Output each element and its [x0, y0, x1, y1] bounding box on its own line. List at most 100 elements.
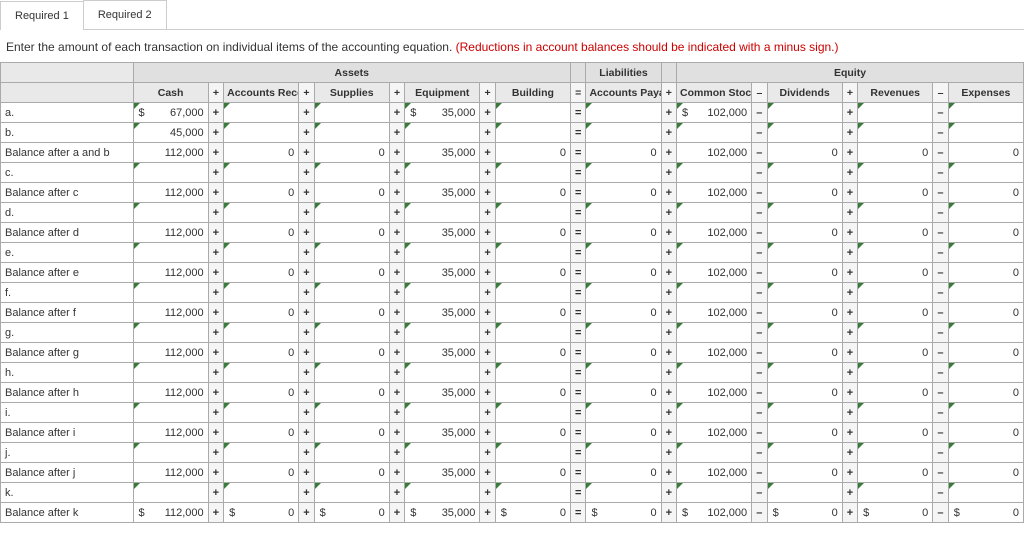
cell-equip[interactable]	[405, 163, 480, 183]
cell-rev[interactable]	[858, 243, 933, 263]
cell-cash[interactable]	[133, 243, 208, 263]
tab-required-2[interactable]: Required 2	[83, 0, 167, 29]
cell-ap[interactable]	[586, 323, 661, 343]
cell-ar[interactable]	[224, 203, 299, 223]
cell-bldg[interactable]	[495, 403, 570, 423]
cell-cash[interactable]	[133, 163, 208, 183]
cell-rev[interactable]	[858, 323, 933, 343]
cell-ap[interactable]	[586, 483, 661, 503]
cell-div[interactable]	[767, 403, 842, 423]
cell-cash[interactable]	[133, 403, 208, 423]
cell-div[interactable]	[767, 283, 842, 303]
cell-exp[interactable]	[948, 403, 1023, 423]
cell-div[interactable]	[767, 243, 842, 263]
cell-sup[interactable]	[314, 163, 389, 183]
cell-exp[interactable]	[948, 123, 1023, 143]
cell-div[interactable]	[767, 123, 842, 143]
cell-cash[interactable]	[133, 323, 208, 343]
cell-ar[interactable]	[224, 243, 299, 263]
cell-div[interactable]	[767, 163, 842, 183]
cell-exp[interactable]	[948, 483, 1023, 503]
cell-ar[interactable]	[224, 403, 299, 423]
cell-ap[interactable]	[586, 403, 661, 423]
cell-exp[interactable]	[948, 443, 1023, 463]
cell-equip[interactable]	[405, 123, 480, 143]
cell-div[interactable]	[767, 103, 842, 123]
cell-ap[interactable]	[586, 243, 661, 263]
cell-rev[interactable]	[858, 163, 933, 183]
cell-div[interactable]	[767, 363, 842, 383]
cell-rev[interactable]	[858, 103, 933, 123]
cell-bldg[interactable]	[495, 483, 570, 503]
cell-ap[interactable]	[586, 363, 661, 383]
cell-sup[interactable]	[314, 443, 389, 463]
cell-exp[interactable]	[948, 243, 1023, 263]
cell-ar[interactable]	[224, 283, 299, 303]
cell-bldg[interactable]	[495, 443, 570, 463]
cell-cs[interactable]	[677, 323, 752, 343]
cell-rev[interactable]	[858, 483, 933, 503]
cell-sup[interactable]	[314, 483, 389, 503]
cell-cs[interactable]	[677, 483, 752, 503]
cell-ar[interactable]	[224, 163, 299, 183]
cell-cs[interactable]	[677, 163, 752, 183]
cell-equip[interactable]	[405, 203, 480, 223]
cell-cash[interactable]	[133, 203, 208, 223]
cell-cash[interactable]	[133, 283, 208, 303]
cell-equip[interactable]	[405, 283, 480, 303]
cell-sup[interactable]	[314, 243, 389, 263]
cell-bldg[interactable]	[495, 163, 570, 183]
cell-bldg[interactable]	[495, 363, 570, 383]
cell-cs[interactable]: $102,000	[677, 103, 752, 123]
cell-bldg[interactable]	[495, 203, 570, 223]
cell-equip[interactable]	[405, 243, 480, 263]
cell-rev[interactable]	[858, 403, 933, 423]
cell-cash[interactable]	[133, 483, 208, 503]
cell-ap[interactable]	[586, 163, 661, 183]
cell-rev[interactable]	[858, 443, 933, 463]
cell-sup[interactable]	[314, 363, 389, 383]
cell-ar[interactable]	[224, 103, 299, 123]
cell-equip[interactable]	[405, 323, 480, 343]
cell-rev[interactable]	[858, 123, 933, 143]
cell-cs[interactable]	[677, 403, 752, 423]
cell-ap[interactable]	[586, 123, 661, 143]
cell-div[interactable]	[767, 203, 842, 223]
cell-rev[interactable]	[858, 363, 933, 383]
cell-ap[interactable]	[586, 103, 661, 123]
cell-equip[interactable]	[405, 443, 480, 463]
cell-equip[interactable]	[405, 403, 480, 423]
cell-div[interactable]	[767, 443, 842, 463]
cell-bldg[interactable]	[495, 243, 570, 263]
cell-cs[interactable]	[677, 123, 752, 143]
cell-cs[interactable]	[677, 363, 752, 383]
cell-equip[interactable]	[405, 363, 480, 383]
cell-ar[interactable]	[224, 323, 299, 343]
cell-ap[interactable]	[586, 443, 661, 463]
cell-sup[interactable]	[314, 403, 389, 423]
cell-cs[interactable]	[677, 443, 752, 463]
cell-cs[interactable]	[677, 283, 752, 303]
cell-rev[interactable]	[858, 283, 933, 303]
cell-ar[interactable]	[224, 123, 299, 143]
cell-exp[interactable]	[948, 203, 1023, 223]
cell-ar[interactable]	[224, 483, 299, 503]
cell-exp[interactable]	[948, 363, 1023, 383]
cell-cash[interactable]: $67,000	[133, 103, 208, 123]
tab-required-1[interactable]: Required 1	[0, 1, 84, 30]
cell-div[interactable]	[767, 323, 842, 343]
cell-cash[interactable]: 45,000	[133, 123, 208, 143]
cell-bldg[interactable]	[495, 323, 570, 343]
cell-div[interactable]	[767, 483, 842, 503]
cell-sup[interactable]	[314, 123, 389, 143]
cell-bldg[interactable]	[495, 123, 570, 143]
cell-ap[interactable]	[586, 283, 661, 303]
cell-sup[interactable]	[314, 203, 389, 223]
cell-exp[interactable]	[948, 323, 1023, 343]
cell-cs[interactable]	[677, 243, 752, 263]
cell-cash[interactable]	[133, 443, 208, 463]
cell-ap[interactable]	[586, 203, 661, 223]
cell-cash[interactable]	[133, 363, 208, 383]
cell-bldg[interactable]	[495, 103, 570, 123]
cell-ar[interactable]	[224, 363, 299, 383]
